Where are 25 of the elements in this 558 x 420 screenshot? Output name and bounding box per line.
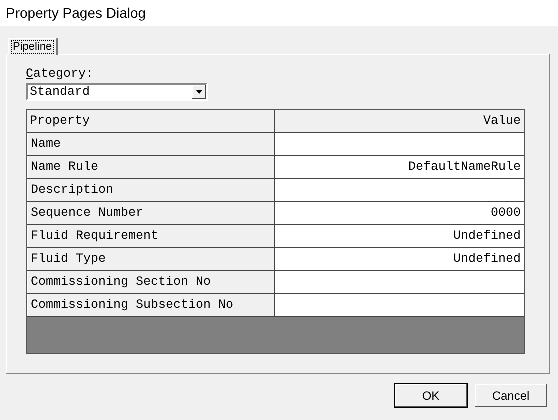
property-cell: Fluid Type: [27, 248, 275, 271]
value-cell[interactable]: [275, 271, 524, 294]
column-header: Property: [27, 110, 275, 133]
value-cell[interactable]: [275, 133, 524, 156]
column-header: Value: [275, 110, 524, 133]
property-cell: Commissioning Subsection No: [27, 294, 275, 317]
cancel-button[interactable]: Cancel: [475, 384, 547, 407]
value-cell[interactable]: [275, 294, 524, 317]
value-cell[interactable]: Undefined: [275, 225, 524, 248]
category-label: Category:: [26, 67, 95, 81]
property-cell: Name: [27, 133, 275, 156]
property-cell: Description: [27, 179, 275, 202]
property-cell: Name Rule: [27, 156, 275, 179]
category-dropdown[interactable]: Standard: [26, 83, 208, 101]
caret-icon: [196, 90, 202, 94]
property-cell: Fluid Requirement: [27, 225, 275, 248]
ok-button[interactable]: OK: [395, 384, 467, 407]
value-cell[interactable]: DefaultNameRule: [275, 156, 524, 179]
value-cell[interactable]: [275, 179, 524, 202]
value-cell[interactable]: Undefined: [275, 248, 524, 271]
property-cell: Commissioning Section No: [27, 271, 275, 294]
property-cell: Sequence Number: [27, 202, 275, 225]
value-cell[interactable]: 0000: [275, 202, 524, 225]
tab[interactable]: Pipeline: [8, 38, 58, 55]
window-title: Property Pages Dialog: [6, 5, 146, 21]
